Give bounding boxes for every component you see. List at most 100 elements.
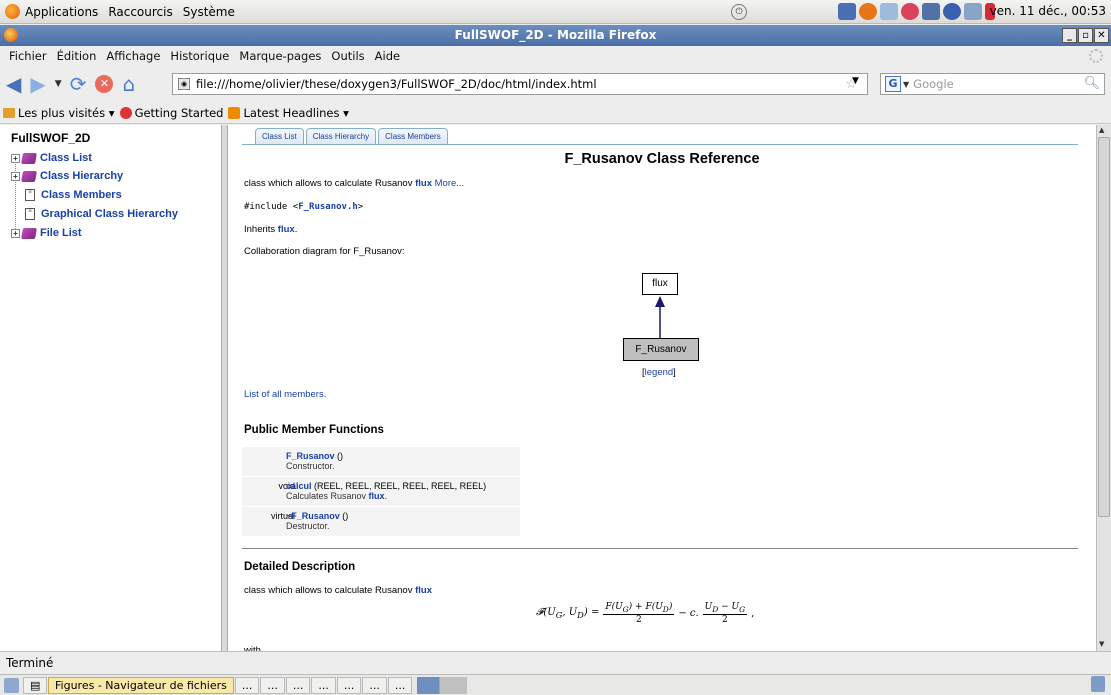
close-icon[interactable]: ✕ <box>1094 28 1109 43</box>
maximize-icon[interactable]: ▫ <box>1078 28 1093 43</box>
tree-item-file-list[interactable]: + File List <box>11 227 82 239</box>
workspace-icon[interactable] <box>922 3 940 20</box>
window-title: FullSWOF_2D - Mozilla Firefox <box>454 28 657 42</box>
menu-historique[interactable]: Historique <box>165 49 234 63</box>
url-dropdown-icon[interactable]: ▼ <box>852 76 859 86</box>
tab-class-members[interactable]: Class Members <box>378 128 448 144</box>
firefox-icon <box>4 28 18 42</box>
scroll-up-icon[interactable]: ▲ <box>1099 126 1104 134</box>
history-dropdown-icon[interactable]: ▼ <box>55 79 62 89</box>
taskbar-button[interactable]: ... <box>234 676 260 694</box>
home-icon[interactable]: ⌂ <box>122 74 135 94</box>
url-bar[interactable]: ◉ file:///home/olivier/these/doxygen3/Fu… <box>172 73 868 95</box>
bookmark-getting-started[interactable]: Getting Started <box>119 106 223 120</box>
menu-fichier[interactable]: Fichier <box>4 49 52 63</box>
scrollbar-thumb[interactable] <box>1098 137 1110 517</box>
frame-splitter[interactable] <box>221 125 228 651</box>
page-identity-icon[interactable]: ◉ <box>178 78 190 90</box>
book-icon <box>21 170 37 182</box>
menu-edition[interactable]: Édition <box>52 49 102 63</box>
tree-item-class-hierarchy[interactable]: + Class Hierarchy <box>11 170 123 182</box>
member-link[interactable]: F_Rusanov <box>286 451 335 461</box>
network-icon[interactable] <box>880 3 898 20</box>
inherits-flux-link[interactable]: flux <box>278 224 295 235</box>
firefox-launcher-icon[interactable] <box>859 3 877 20</box>
taskbar-button[interactable]: ... <box>285 676 311 694</box>
bluetooth-icon[interactable] <box>943 3 961 20</box>
taskbar-button[interactable]: ... <box>336 676 362 694</box>
detail-flux-link[interactable]: flux <box>415 585 432 596</box>
back-icon[interactable]: ◀ <box>6 74 21 94</box>
volume-icon[interactable] <box>964 3 982 20</box>
google-engine-icon[interactable]: G <box>885 76 901 92</box>
legend-link[interactable]: legend <box>645 367 674 378</box>
places-menu[interactable]: Raccourcis <box>103 5 177 19</box>
menu-affichage[interactable]: Affichage <box>101 49 165 63</box>
power-icon[interactable]: ⏻ <box>731 4 747 20</box>
member-signature: F_Rusanov () <box>286 451 343 461</box>
url-text[interactable]: file:///home/olivier/these/doxygen3/Full… <box>196 77 597 91</box>
taskbar-firefox[interactable]: ... <box>387 676 413 694</box>
show-desktop-icon[interactable] <box>4 677 19 693</box>
bookmarks-toolbar: Les plus visités ▾ Getting Started Lates… <box>0 102 1111 124</box>
tab-class-hierarchy[interactable]: Class Hierarchy <box>305 128 377 144</box>
detailed-description-header: Detailed Description <box>244 561 356 573</box>
member-link[interactable]: calcul <box>286 481 312 491</box>
diagram-node-flux[interactable]: flux <box>642 273 678 295</box>
expand-icon[interactable]: + <box>11 171 20 181</box>
all-members-link[interactable]: List of all members. <box>244 389 326 400</box>
member-link[interactable]: ~F_Rusanov <box>286 511 340 521</box>
taskbar-button[interactable]: ... <box>260 676 285 694</box>
tree-item-class-list[interactable]: + Class List <box>11 152 92 164</box>
flux-link[interactable]: flux <box>415 178 432 189</box>
member-row: void calcul (REEL, REEL, REEL, REEL, REE… <box>242 477 520 507</box>
help-icon[interactable] <box>901 3 919 20</box>
tab-divider <box>242 144 1078 145</box>
project-title[interactable]: FullSWOF_2D <box>11 131 90 145</box>
stop-icon[interactable]: ✕ <box>95 75 114 93</box>
tree-item-label: Class Hierarchy <box>40 170 124 182</box>
taskbar-button[interactable]: ... <box>362 676 387 694</box>
clock[interactable]: ven. 11 déc., 00:53 <box>990 4 1106 18</box>
rusanov-formula-image: 𝓕(UG, UD) = F(UG) + F(UD) 2 − c. UD − UG 2… <box>536 602 755 625</box>
scroll-down-icon[interactable]: ▼ <box>1099 640 1104 648</box>
window-titlebar[interactable]: FullSWOF_2D - Mozilla Firefox _ ▫ ✕ <box>0 25 1111 46</box>
reload-icon[interactable]: ⟳ <box>70 74 87 94</box>
menu-marque-pages[interactable]: Marque-pages <box>234 49 326 63</box>
tree-item-graphical-class-hierarchy[interactable]: ≡ Graphical Class Hierarchy <box>25 208 178 220</box>
doxygen-content-frame: Class List Class Hierarchy Class Members… <box>228 125 1096 651</box>
taskbar-button[interactable]: ... <box>311 676 336 694</box>
member-desc-link[interactable]: flux <box>369 491 385 501</box>
system-menu[interactable]: Système <box>178 5 240 19</box>
document-icon: ≡ <box>25 189 35 201</box>
search-bar[interactable]: G ▼ Google 🔍︎ <box>880 73 1105 95</box>
tab-class-list[interactable]: Class List <box>255 128 304 144</box>
member-args: () <box>334 451 344 461</box>
search-input[interactable]: Google <box>913 77 954 91</box>
tree-item-class-members[interactable]: ≡ Class Members <box>25 189 122 201</box>
r-app-icon[interactable] <box>838 3 856 20</box>
expand-icon[interactable]: + <box>11 228 20 238</box>
include-file-link[interactable]: F_Rusanov.h <box>298 202 358 212</box>
taskbar-file-manager[interactable]: Figures - Navigateur de fichiers <box>48 676 234 694</box>
minimize-icon[interactable]: _ <box>1062 28 1077 43</box>
include-line: #include <F_Rusanov.h> <box>244 202 363 212</box>
engine-dropdown-icon[interactable]: ▼ <box>903 80 909 89</box>
vertical-scrollbar[interactable]: ▲ ▼ <box>1096 125 1111 651</box>
bookmark-latest-headlines[interactable]: Latest Headlines ▾ <box>228 106 349 120</box>
member-description: Destructor. <box>286 521 330 531</box>
more-link[interactable]: More... <box>435 178 465 189</box>
bookmark-most-visited[interactable]: Les plus visités ▾ <box>3 106 115 120</box>
menu-aide[interactable]: Aide <box>370 49 405 63</box>
workspace-switcher[interactable] <box>417 676 468 694</box>
forward-icon[interactable]: ▶ <box>30 74 45 94</box>
applications-menu[interactable]: Applications <box>0 4 103 19</box>
menu-outils[interactable]: Outils <box>326 49 369 63</box>
member-signature: calcul (REEL, REEL, REEL, REEL, REEL, RE… <box>286 481 486 491</box>
expand-icon[interactable]: + <box>11 153 20 163</box>
member-desc-text: Constructor. <box>286 461 335 471</box>
tree-item-label: Class List <box>40 152 92 164</box>
trash-icon[interactable] <box>1091 676 1105 692</box>
search-icon[interactable]: 🔍︎ <box>1083 76 1100 91</box>
taskbar-button[interactable]: ▤ <box>23 676 47 694</box>
